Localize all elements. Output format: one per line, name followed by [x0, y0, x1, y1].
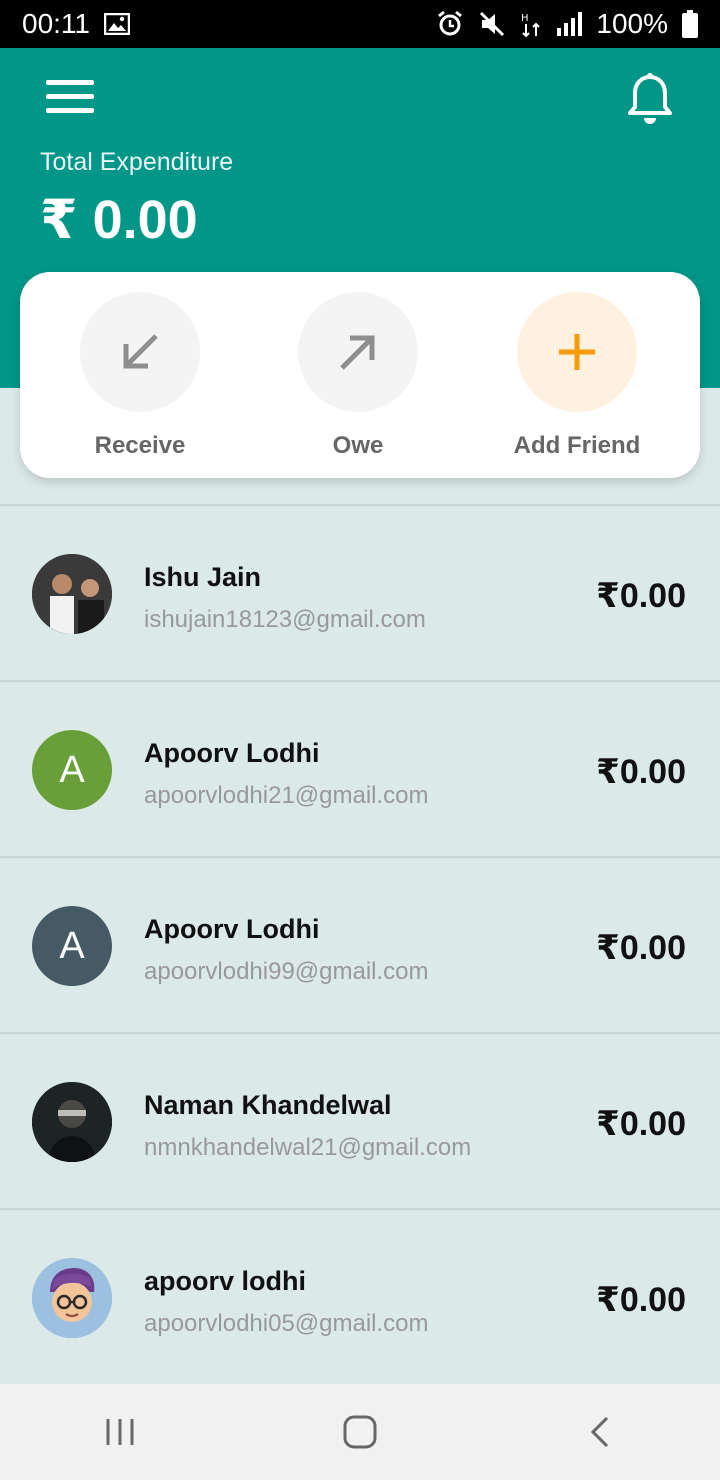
svg-text:H: H: [521, 13, 529, 24]
list-item[interactable]: A Apoorv Lodhi apoorvlodhi21@gmail.com ₹…: [0, 680, 720, 856]
status-bar: 00:11 H 100%: [0, 0, 720, 48]
alarm-icon: [436, 10, 464, 38]
receive-label: Receive: [94, 432, 186, 459]
friend-email: apoorvlodhi99@gmail.com: [144, 958, 429, 985]
avatar: A: [32, 730, 112, 810]
receive-button[interactable]: Receive: [60, 292, 220, 460]
signal-icon: [556, 12, 583, 36]
friend-amount: ₹0.00: [596, 929, 686, 967]
friend-email: ishujain18123@gmail.com: [144, 606, 426, 633]
friend-name: Apoorv Lodhi: [144, 738, 320, 768]
image-notification-icon: [104, 13, 130, 35]
battery-percent: 100%: [596, 8, 668, 39]
recent-apps-button[interactable]: [80, 1402, 160, 1462]
avatar-initial: A: [59, 748, 85, 791]
arrow-down-left-icon: [123, 334, 158, 369]
friend-name: apoorv lodhi: [144, 1266, 306, 1296]
friend-amount: ₹0.00: [596, 1105, 686, 1143]
friend-amount: ₹0.00: [596, 577, 686, 615]
friend-amount: ₹0.00: [596, 1281, 686, 1319]
status-time: 00:11: [22, 8, 90, 39]
arrow-up-right-icon: [340, 335, 375, 370]
friend-amount: ₹0.00: [596, 753, 686, 791]
notifications-button[interactable]: [624, 72, 676, 128]
total-expenditure-value: ₹ 0.00: [40, 190, 198, 250]
friends-list: Ishu Jain ishujain18123@gmail.com ₹0.00 …: [0, 504, 720, 1384]
avatar: [32, 1258, 112, 1338]
avatar-initial: A: [59, 924, 85, 967]
avatar: A: [32, 906, 112, 986]
data-arrows-icon: H: [520, 10, 542, 38]
home-icon: [343, 1415, 377, 1449]
battery-icon: [682, 10, 698, 38]
owe-button[interactable]: Owe: [278, 292, 438, 460]
total-expenditure-label: Total Expenditure: [40, 148, 234, 176]
bell-icon: [628, 73, 672, 124]
list-item[interactable]: Naman Khandelwal nmnkhandelwal21@gmail.c…: [0, 1032, 720, 1208]
back-button[interactable]: [560, 1402, 640, 1462]
list-item[interactable]: Ishu Jain ishujain18123@gmail.com ₹0.00: [0, 504, 720, 680]
back-icon: [590, 1416, 609, 1448]
hamburger-icon: [46, 80, 94, 85]
recent-apps-icon: [106, 1419, 134, 1445]
friend-name: Naman Khandelwal: [144, 1090, 392, 1120]
plus-icon: [559, 334, 595, 370]
friend-name: Ishu Jain: [144, 562, 262, 592]
owe-label: Owe: [332, 432, 384, 459]
home-button[interactable]: [320, 1402, 400, 1462]
friend-email: apoorvlodhi05@gmail.com: [144, 1310, 429, 1337]
menu-button[interactable]: [46, 80, 94, 116]
avatar: [32, 1082, 112, 1162]
friend-email: apoorvlodhi21@gmail.com: [144, 782, 429, 809]
mute-icon: [478, 10, 506, 38]
add-friend-button[interactable]: Add Friend: [497, 292, 657, 460]
friend-name: Apoorv Lodhi: [144, 914, 320, 944]
actions-card: Receive Owe Add Friend: [20, 272, 700, 478]
system-nav-bar: [0, 1384, 720, 1480]
friend-email: nmnkhandelwal21@gmail.com: [144, 1134, 472, 1161]
add-friend-label: Add Friend: [513, 432, 641, 459]
list-item[interactable]: A Apoorv Lodhi apoorvlodhi99@gmail.com ₹…: [0, 856, 720, 1032]
avatar: [32, 554, 112, 634]
list-item[interactable]: apoorv lodhi apoorvlodhi05@gmail.com ₹0.…: [0, 1208, 720, 1384]
